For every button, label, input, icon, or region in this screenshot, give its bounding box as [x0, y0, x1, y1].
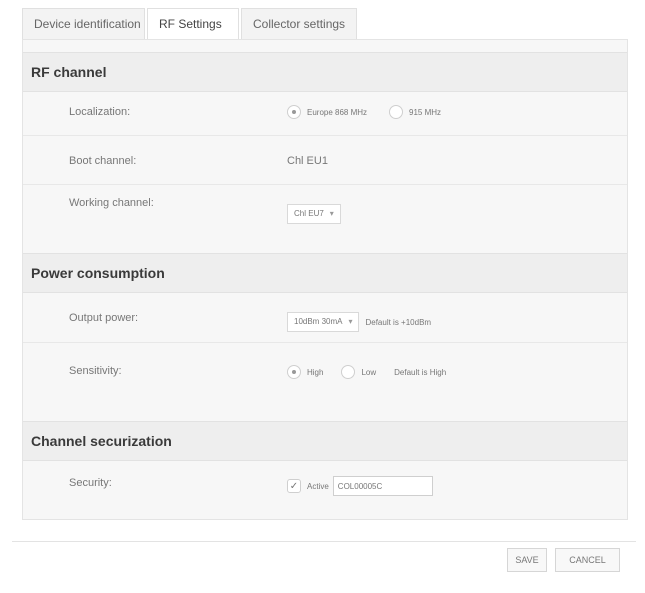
section-title-channel-securization: Channel securization — [23, 421, 627, 461]
output-power-default-note: Default is +10dBm — [365, 317, 432, 327]
output-power-row: Output power: 10dBm 30mA ▾ Default is +1… — [23, 292, 627, 343]
tab-rf-settings[interactable]: RF Settings — [147, 8, 239, 40]
footer-divider — [12, 541, 636, 542]
security-control: ✓ Active — [287, 476, 433, 496]
radio-europe-868[interactable] — [287, 105, 301, 119]
chevron-down-icon: ▾ — [329, 209, 334, 218]
radio-high[interactable] — [287, 365, 301, 379]
sensitivity-default-note: Default is High — [394, 367, 447, 377]
power-consumption-section: Power consumption — [23, 253, 627, 293]
tab-collector-settings[interactable]: Collector settings — [241, 8, 357, 39]
boot-channel-row: Boot channel: Chl EU1 — [23, 136, 627, 185]
working-channel-control: Chl EU7 ▾ — [287, 204, 341, 224]
tab-device-identification[interactable]: Device identification — [22, 8, 145, 39]
sensitivity-row: Sensitivity: High Low Default is High — [23, 343, 627, 403]
sensitivity-label: Sensitivity: — [69, 365, 122, 377]
working-channel-select[interactable]: Chl EU7 ▾ — [287, 204, 341, 224]
security-row: Security: ✓ Active — [23, 460, 627, 519]
boot-channel-label: Boot channel: — [69, 155, 137, 167]
section-title-power-consumption: Power consumption — [23, 253, 627, 293]
radio-label-high: High — [307, 367, 324, 377]
output-power-label: Output power: — [69, 312, 139, 324]
radio-label-europe-868: Europe 868 MHz — [307, 107, 368, 117]
rf-channel-section: RF channel — [23, 52, 627, 92]
section-title-rf-channel: RF channel — [23, 52, 627, 92]
checkmark-icon: ✓ — [289, 480, 299, 492]
output-power-control: 10dBm 30mA ▾ Default is +10dBm — [287, 312, 431, 332]
tab-bar: Device identification RF Settings Collec… — [22, 8, 359, 40]
working-channel-label: Working channel: — [69, 197, 154, 209]
settings-panel: RF channel Localization: Europe 868 MHz … — [22, 39, 628, 520]
output-power-selected: 10dBm 30mA — [294, 317, 343, 326]
channel-securization-section: Channel securization — [23, 421, 627, 461]
chevron-down-icon: ▾ — [348, 317, 353, 326]
security-key-input[interactable] — [332, 476, 433, 496]
boot-channel-value: Chl EU1 — [287, 155, 328, 167]
save-button[interactable]: SAVE — [507, 548, 547, 572]
localization-row: Localization: Europe 868 MHz 915 MHz — [23, 91, 627, 136]
security-label: Security: — [69, 477, 112, 489]
localization-label: Localization: — [69, 106, 131, 118]
cancel-button[interactable]: CANCEL — [555, 548, 620, 572]
security-active-label: Active — [307, 481, 329, 491]
working-channel-row: Working channel: Chl EU7 ▾ — [23, 185, 627, 235]
security-active-checkbox[interactable]: ✓ — [287, 479, 301, 493]
radio-low[interactable] — [341, 365, 356, 379]
radio-label-low: Low — [361, 367, 377, 377]
localization-options: Europe 868 MHz 915 MHz — [287, 105, 441, 119]
radio-label-915: 915 MHz — [409, 107, 442, 117]
working-channel-selected: Chl EU7 — [294, 209, 324, 218]
sensitivity-options: High Low Default is High — [287, 365, 446, 379]
radio-915[interactable] — [389, 105, 404, 119]
output-power-select[interactable]: 10dBm 30mA ▾ — [287, 312, 360, 332]
